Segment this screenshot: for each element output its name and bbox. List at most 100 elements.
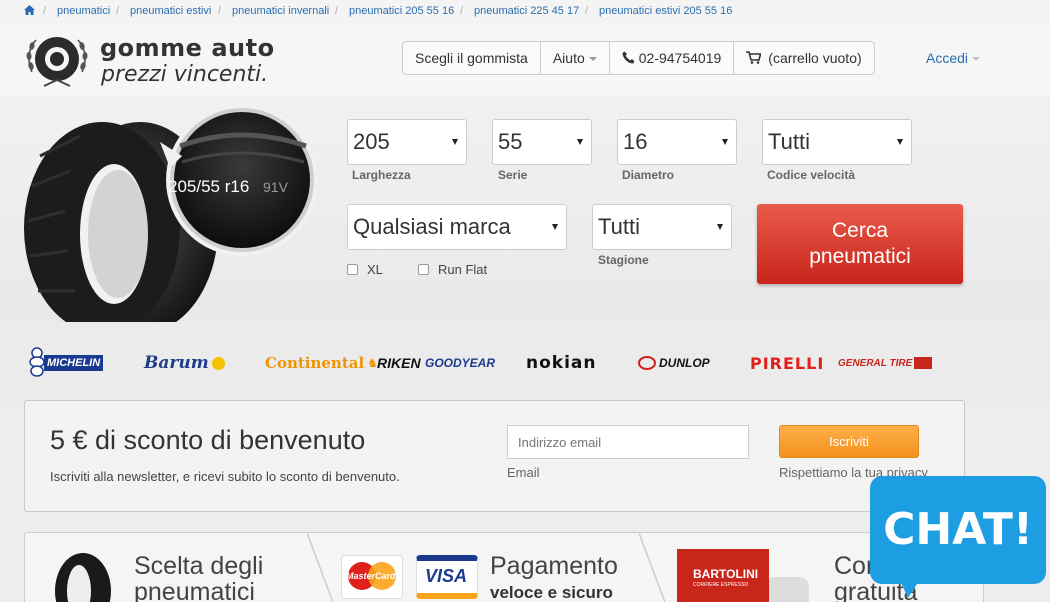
visa-icon: VISA [416,555,478,599]
speed-code-value: Tutti [768,129,810,154]
visa-label: VISA [425,566,468,586]
payment-subtitle: veloce e sicuro [490,583,613,602]
subscribe-button[interactable]: Iscriviti [779,425,919,458]
email-field[interactable] [507,425,749,459]
diameter-select[interactable]: 16 [617,119,737,165]
season-select[interactable]: Tutti [592,204,732,250]
brand-general-tire-label: GENERAL TIRE [838,357,913,369]
chevron-down-icon [972,57,981,62]
chevron-down-icon [717,224,723,230]
brand-riken-label: RIKEN [377,355,421,371]
truck-icon [769,577,809,602]
series-value: 55 [498,129,523,154]
tire-image: 205/55 r16 91V [24,104,318,334]
cart-label: (carrello vuoto) [768,50,862,66]
tyre-search-panel: 205/55 r16 91V 205 Larghezza 55 Serie 16… [0,96,1050,334]
bartolini-label: BARTOLINI [693,567,759,581]
brand-barum-label: Barum [144,353,209,373]
brand-goodyear-label: GOODYEAR [425,356,496,370]
breadcrumb-separator: / [116,5,120,17]
payment-title: Pagamento [490,552,618,580]
chat-bubble-tail [898,576,922,598]
dunlop-d-icon [638,356,656,370]
search-button-line2: pneumatici [809,245,911,268]
xl-label: XL [367,262,383,277]
tire-speed-label: 91V [263,179,289,195]
brand-goodyear[interactable]: GOODYEAR [425,346,495,380]
speed-code-select[interactable]: Tutti [762,119,912,165]
home-icon[interactable] [24,5,35,18]
width-select[interactable]: 205 [347,119,467,165]
general-tire-badge-icon [914,357,933,369]
breadcrumb-separator: / [43,5,47,17]
help-label: Aiuto [552,50,585,66]
season-label: Stagione [598,253,649,267]
newsletter-box: 5 € di sconto di benvenuto Iscriviti all… [24,400,965,512]
breadcrumb-item[interactable]: pneumatici 205 55 16 [349,5,454,17]
breadcrumb-item[interactable]: pneumatici [57,5,110,17]
brand-nokian-label: nokian [526,353,597,373]
divider [639,533,666,602]
cart-icon [746,51,762,64]
runflat-label: Run Flat [438,262,488,277]
selection-line2: pneumatici [134,578,255,602]
newsletter-description: Iscriviti alla newsletter, e ricevi subi… [50,469,400,484]
brand-michelin[interactable]: MICHELIN [28,346,104,380]
brand-dunlop-label: DUNLOP [659,356,710,370]
login-dropdown[interactable]: Accedi [926,50,981,66]
breadcrumb-item[interactable]: pneumatici 225 45 17 [474,5,579,17]
mastercard-icon: MasterCard [341,555,403,599]
brand-select[interactable]: Qualsiasi marca [347,204,567,250]
breadcrumb-separator: / [460,5,464,17]
series-label: Serie [498,168,528,182]
brand-barum[interactable]: Barum [144,346,225,380]
checkbox-box[interactable] [347,264,358,275]
search-tyres-button[interactable]: Cerca pneumatici [757,204,963,284]
brand-continental[interactable]: Continental ♞ [265,346,378,380]
selection-line1: Scelta degli [134,552,264,580]
phone-number: 02-94754019 [638,50,722,66]
help-dropdown[interactable]: Aiuto [539,42,609,74]
brand-michelin-label: MICHELIN [44,355,104,371]
diameter-value: 16 [623,129,648,154]
breadcrumb-item[interactable]: pneumatici invernali [232,5,329,17]
brand-riken[interactable]: RIKEN [377,346,421,380]
breadcrumb-item[interactable]: pneumatici estivi 205 55 16 [599,5,732,17]
brand-general-tire[interactable]: GENERAL TIRE [838,346,933,380]
chevron-down-icon [552,224,558,230]
search-button-line1: Cerca [831,219,889,242]
cart-link[interactable]: (carrello vuoto) [733,42,873,74]
header: gomme auto prezzi vincenti. Scegli il go… [0,24,1050,96]
brand-continental-label: Continental [265,354,365,372]
selection-title: Scelta degli pneumatici [134,553,263,602]
mastercard-label: MasterCard [346,571,396,581]
season-value: Tutti [598,214,640,239]
breadcrumb-separator: / [218,5,222,17]
phone-icon [622,51,635,64]
width-label: Larghezza [352,168,411,182]
brand-pirelli[interactable]: PIRELLI [750,346,824,380]
breadcrumb-item[interactable]: pneumatici estivi [130,5,211,17]
email-label: Email [507,465,540,480]
phone-link[interactable]: 02-94754019 [608,42,734,74]
top-navigation: Scegli il gommista Aiuto 02-94754019 (ca… [402,41,875,75]
brand-pirelli-label: PIRELLI [750,353,825,373]
checkbox-box[interactable] [418,264,429,275]
chevron-down-icon [588,57,597,62]
brand-value: Qualsiasi marca [353,214,511,239]
chat-button[interactable]: CHAT! [870,476,1046,584]
logo-wheel-icon[interactable] [24,28,90,94]
width-value: 205 [353,129,390,154]
chevron-down-icon [722,139,728,145]
brand-nokian[interactable]: nokian [526,346,597,380]
breadcrumb: / pneumatici / pneumatici estivi / pneum… [0,0,1050,24]
series-select[interactable]: 55 [492,119,592,165]
brand-dunlop[interactable]: DUNLOP [638,346,710,380]
logo-title[interactable]: gomme auto [100,34,275,62]
xl-checkbox[interactable]: XL [347,262,383,277]
runflat-checkbox[interactable]: Run Flat [418,262,487,277]
choose-tyre-shop-link[interactable]: Scegli il gommista [403,42,540,74]
breadcrumb-separator: / [335,5,339,17]
logo-subtitle: prezzi vincenti. [101,62,269,87]
barum-badge-icon [211,356,225,370]
